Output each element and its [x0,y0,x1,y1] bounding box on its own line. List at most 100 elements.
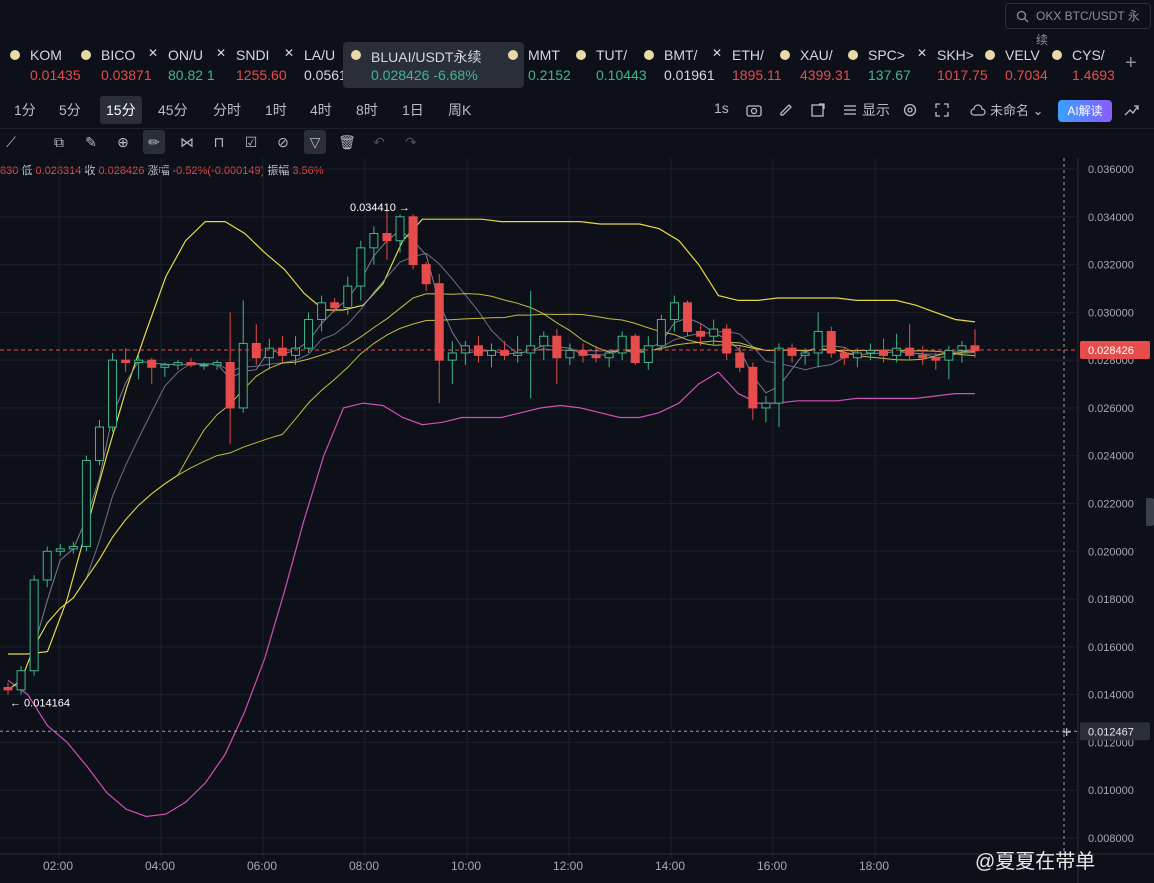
refresh-rate[interactable]: 1s [714,100,729,116]
copy-icon[interactable]: ⧉ [48,130,70,154]
trash-icon[interactable]: 🗑 [336,130,358,154]
x-tick-label: 14:00 [655,859,685,873]
ticker-name: TUT/ [596,47,628,63]
candle-body [630,335,640,364]
edit-icon[interactable] [778,102,794,118]
filter-icon[interactable]: ▽ [304,130,326,154]
coin-dot-icon [780,50,790,60]
interval-3[interactable]: 45分 [152,96,194,124]
candle-body [408,216,418,266]
x-tick-label: 12:00 [553,859,583,873]
pencil-icon[interactable]: ✏ [143,130,165,154]
candle-body [865,350,875,354]
candle-body [304,319,314,349]
interval-8[interactable]: 1日 [396,96,430,124]
coin-dot-icon [351,50,361,60]
ticker-price: 0.028426 -6.68% [371,67,478,83]
camera-icon[interactable] [746,103,762,117]
candle-body [800,352,810,356]
ticker-name: SPC> [868,47,905,63]
coin-dot-icon [848,50,858,60]
y-tick-label: 0.030000 [1088,307,1134,319]
coin-dot-icon [985,50,995,60]
candlestick-chart[interactable]: 0.0360000.0340000.0320000.0300000.028000… [0,158,1154,883]
add-ticker-icon[interactable]: + [1125,52,1137,75]
display-button[interactable]: 显示 [862,100,890,120]
candle-body [683,302,693,332]
candle-body [473,345,483,356]
undo-icon[interactable]: ↶ [368,130,390,154]
ticker-price: 0.01435 [30,67,81,83]
interval-7[interactable]: 8时 [350,96,384,124]
side-collapse-tab [1146,498,1154,526]
candle-body [513,352,523,356]
crosshair-plus-icon: + [1062,724,1071,741]
candle-body [918,354,928,359]
magnet-icon[interactable]: ⋈ [176,130,198,154]
candle-body [931,357,941,361]
y-tick-label: 0.022000 [1088,499,1134,511]
ticker-name: ON/U [168,47,203,63]
candle-body [487,350,496,356]
redo-icon[interactable]: ↷ [400,130,422,154]
interval-2[interactable]: 15分 [100,96,142,124]
coin-dot-icon [10,50,20,60]
x-tick-label: 02:00 [43,859,73,873]
display-list-icon[interactable] [843,103,857,117]
ticker-price: 0.7034 [1005,67,1048,83]
ticker-name: KOM [30,47,62,63]
x-tick-label: 08:00 [349,859,379,873]
low-annotation: ← 0.014164 [10,698,70,710]
y-tick-label: 0.036000 [1088,164,1134,176]
settings-icon[interactable] [902,102,918,118]
ticker-name: CYS/ [1072,47,1105,63]
line-tool-icon[interactable]: ⟋ [0,130,22,154]
layout-name[interactable]: 未命名 ⌄ [990,100,1044,119]
last-price-label: 0.028426 [1088,345,1134,357]
ruler-icon[interactable]: ✎ [80,130,102,154]
ticker-price: 1.4693 [1072,67,1115,83]
visibility-icon[interactable]: ☑ [240,130,262,154]
zoom-in-icon[interactable]: ⊕ [112,130,134,154]
candle-body [382,233,392,242]
interval-5[interactable]: 1时 [259,96,293,124]
candle-body [774,347,784,404]
lock-icon[interactable]: ⊓ [208,130,230,154]
candle-body [944,350,954,361]
close-icon: ✕ [216,46,227,60]
candle-body [839,352,849,359]
y-tick-label: 0.026000 [1088,403,1134,415]
y-tick-label: 0.018000 [1088,594,1134,606]
bollinger-lower-line [7,371,975,818]
ticker-5[interactable]: BLUAI/USDT永续 0.028426 -6.68% [343,42,524,88]
y-tick-label: 0.024000 [1088,451,1134,463]
candle-body [251,342,261,359]
candle-body [330,302,340,309]
ai-interpret-button[interactable]: AI解读 [1058,100,1112,122]
share-icon[interactable] [810,102,826,118]
ticker-price: 137.67 [868,67,911,83]
x-tick-label: 10:00 [451,859,481,873]
interval-4[interactable]: 分时 [207,96,247,124]
fullscreen-icon[interactable] [934,102,950,118]
candle-body [68,546,78,550]
search-input[interactable]: OKX BTC/USDT 永续 [1005,3,1151,47]
candle-body [173,362,183,366]
candle-body [852,352,862,359]
candle-body [42,550,52,581]
interval-9[interactable]: 周K [442,96,477,124]
candle-body [81,459,91,548]
link-icon[interactable]: ⊘ [272,130,294,154]
interval-0[interactable]: 1分 [8,96,42,124]
candle-body [356,247,366,287]
candle-body [905,347,915,356]
ticker-name: LA/U [304,47,336,63]
candle-body [604,352,614,359]
x-tick-label: 04:00 [145,859,175,873]
trend-arrow-icon[interactable] [1124,103,1139,117]
candle-body [369,233,379,249]
interval-1[interactable]: 5分 [53,96,87,124]
interval-6[interactable]: 4时 [304,96,338,124]
candle-body [526,345,536,354]
candle-body [290,347,300,356]
